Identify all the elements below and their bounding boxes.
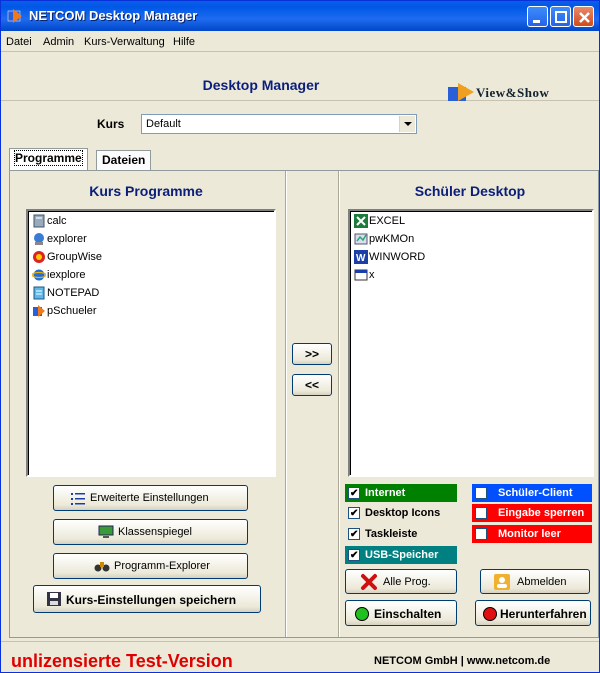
divider bbox=[285, 171, 287, 637]
app-window: NETCOM Desktop Manager Datei Admin Kurs-… bbox=[0, 0, 600, 673]
logo-icon bbox=[448, 83, 474, 101]
schueler-client-checkbox[interactable]: Schüler-Client bbox=[472, 484, 592, 502]
divider bbox=[338, 171, 340, 637]
green-power-icon bbox=[355, 607, 369, 621]
tab-bar: Programme Dateien bbox=[1, 148, 599, 170]
add-to-desktop-button[interactable]: >> bbox=[292, 343, 332, 365]
view-and-show-logo: View&Show bbox=[446, 81, 596, 103]
internet-checkbox[interactable]: ✔ Internet bbox=[345, 484, 457, 502]
page-title: Desktop Manager bbox=[202, 77, 320, 93]
window-title: NETCOM Desktop Manager bbox=[29, 8, 198, 23]
kurs-programme-list[interactable]: calc explorer GroupWise iexplore NOTEPAD… bbox=[26, 209, 276, 477]
company-info: NETCOM GmbH | www.netcom.de bbox=[374, 655, 551, 667]
tab-dateien[interactable]: Dateien bbox=[96, 150, 152, 170]
maximize-button[interactable] bbox=[550, 6, 571, 27]
checkmark-icon: ✔ bbox=[350, 508, 359, 519]
kurs-selected-value: Default bbox=[146, 118, 181, 130]
erweiterte-einstellungen-button[interactable]: Erweiterte Einstellungen bbox=[53, 485, 248, 511]
save-disk-icon bbox=[47, 592, 61, 606]
schueler-desktop-title: Schüler Desktop bbox=[414, 183, 526, 199]
kurs-label: Kurs bbox=[97, 117, 125, 131]
minimize-icon bbox=[533, 20, 540, 23]
app-icon bbox=[7, 9, 22, 23]
notepad-icon bbox=[33, 286, 45, 300]
status-bar: unlizensierte Test-Version NETCOM GmbH |… bbox=[1, 641, 599, 673]
menu-hilfe[interactable]: Hilfe bbox=[173, 36, 195, 48]
excel-icon bbox=[354, 214, 368, 228]
classroom-icon bbox=[98, 525, 114, 538]
menu-admin[interactable]: Admin bbox=[43, 36, 74, 48]
menu-bar: Datei Admin Kurs-Verwaltung Hilfe bbox=[1, 32, 599, 52]
minimize-button[interactable] bbox=[527, 6, 548, 27]
checkmark-icon: ✔ bbox=[350, 550, 359, 561]
svg-text:W: W bbox=[356, 253, 366, 264]
kurs-row: Kurs Default bbox=[1, 109, 599, 139]
close-button[interactable] bbox=[573, 6, 594, 27]
dropdown-arrow[interactable] bbox=[399, 116, 415, 132]
kurs-einstellungen-speichern-button[interactable]: Kurs-Einstellungen speichern bbox=[33, 585, 261, 613]
header: Desktop Manager View&Show bbox=[1, 53, 599, 101]
maximize-icon bbox=[555, 11, 567, 23]
kurs-select[interactable]: Default bbox=[141, 114, 417, 134]
checkmark-icon: ✔ bbox=[350, 488, 359, 499]
alle-prog-button[interactable]: Alle Prog. bbox=[345, 569, 457, 594]
eingabe-sperren-checkbox[interactable]: Eingabe sperren bbox=[472, 504, 592, 522]
logo-text: View&Show bbox=[476, 85, 550, 100]
list-settings-icon bbox=[71, 493, 85, 505]
red-power-icon bbox=[483, 607, 497, 621]
word-icon: W bbox=[354, 250, 368, 264]
red-x-icon bbox=[361, 574, 377, 590]
taskleiste-checkbox[interactable]: ✔ Taskleiste bbox=[345, 525, 457, 543]
menu-datei[interactable]: Datei bbox=[6, 36, 32, 48]
menu-kurs-verwaltung[interactable]: Kurs-Verwaltung bbox=[84, 36, 165, 48]
kurs-programme-title: Kurs Programme bbox=[89, 183, 203, 199]
binoculars-icon bbox=[94, 562, 110, 572]
desktop-icons-checkbox[interactable]: ✔ Desktop Icons bbox=[345, 504, 457, 522]
klassenspiegel-button[interactable]: Klassenspiegel bbox=[53, 519, 248, 545]
explorer-icon bbox=[34, 233, 44, 245]
window-icon bbox=[354, 269, 368, 281]
user-logoff-icon bbox=[494, 574, 510, 590]
calculator-icon bbox=[33, 214, 45, 228]
internet-explorer-icon bbox=[32, 269, 46, 281]
pwkmon-icon bbox=[354, 233, 368, 245]
chevron-down-icon bbox=[404, 122, 412, 126]
tab-programme[interactable]: Programme bbox=[9, 148, 88, 170]
checkmark-icon: ✔ bbox=[350, 529, 359, 540]
close-icon bbox=[579, 12, 590, 23]
einschalten-button[interactable]: Einschalten bbox=[345, 600, 457, 626]
pschueler-icon bbox=[33, 305, 45, 317]
remove-from-desktop-button[interactable]: << bbox=[292, 374, 332, 396]
programme-panel: Kurs Programme calc explorer GroupWise i… bbox=[9, 170, 599, 638]
license-warning: unlizensierte Test-Version bbox=[11, 651, 233, 671]
groupwise-icon bbox=[33, 251, 45, 263]
programm-explorer-button[interactable]: Programm-Explorer bbox=[53, 553, 248, 579]
usb-speicher-checkbox[interactable]: ✔ USB-Speicher bbox=[345, 546, 457, 564]
title-bar[interactable]: NETCOM Desktop Manager bbox=[1, 1, 599, 31]
herunterfahren-button[interactable]: Herunterfahren bbox=[475, 600, 591, 626]
schueler-desktop-list[interactable]: EXCEL pwKMOn W WINWORD x bbox=[348, 209, 594, 477]
abmelden-button[interactable]: Abmelden bbox=[480, 569, 590, 594]
monitor-leer-checkbox[interactable]: Monitor leer bbox=[472, 525, 592, 543]
